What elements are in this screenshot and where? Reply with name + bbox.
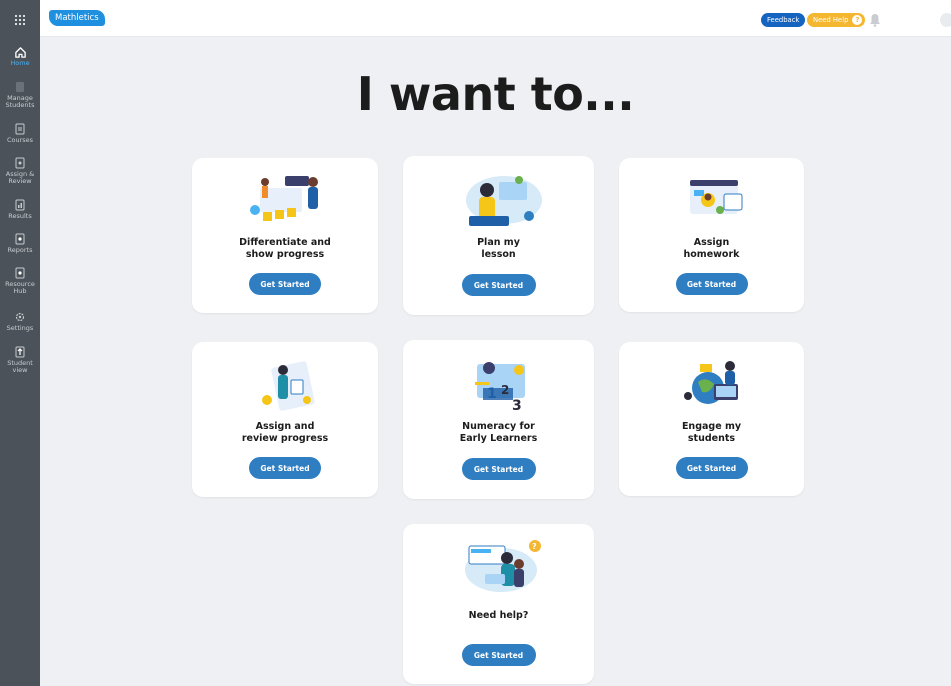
card-title: Engage my students <box>681 421 742 444</box>
sidebar-item-assign-review[interactable]: Assign & Review <box>0 156 40 185</box>
question-icon: ? <box>852 15 863 25</box>
get-started-button[interactable]: Get Started <box>675 457 748 479</box>
card-title: Differentiate and show progress <box>239 237 331 260</box>
sidebar-item-label: Manage Students <box>5 94 35 109</box>
feedback-button[interactable]: Feedback <box>761 13 806 27</box>
card-differentiate[interactable]: Differentiate and show progress Get Star… <box>192 158 378 313</box>
numeracy-illustration: 1 2 3 <box>449 354 549 414</box>
sidebar-item-label: Settings <box>6 324 34 332</box>
card-title: Numeracy for Early Learners <box>459 421 538 444</box>
sidebar-item-label: Home <box>10 59 30 67</box>
sidebar-item-label: Results <box>8 212 32 220</box>
sidebar-item-results[interactable]: Results <box>0 198 40 220</box>
resource-icon <box>13 266 27 280</box>
sidebar-item-label: Resource Hub <box>5 280 35 295</box>
sidebar-item-reports[interactable]: Reports <box>0 232 40 254</box>
card-title: Assign and review progress <box>241 421 329 444</box>
get-started-button[interactable]: Get Started <box>675 273 748 295</box>
card-title: Assign homework <box>683 237 740 260</box>
sidebar-item-settings[interactable]: Settings <box>0 310 40 332</box>
sidebar-item-label: Assign & Review <box>5 170 35 185</box>
feedback-label: Feedback <box>767 16 800 24</box>
student-view-icon <box>13 345 27 359</box>
main-content: I want to... Differentiate and show prog… <box>40 37 951 686</box>
app-window: Home Manage Students Courses Assign & Re… <box>0 0 951 686</box>
page-title: I want to... <box>356 67 635 121</box>
svg-text:?: ? <box>532 542 537 551</box>
courses-icon <box>13 122 27 136</box>
get-started-button[interactable]: Get Started <box>249 457 321 479</box>
card-engage[interactable]: Engage my students Get Started <box>619 342 804 496</box>
top-header: Mathletics Feedback Need Help ? <box>40 5 951 37</box>
apps-grid-icon[interactable] <box>0 8 40 32</box>
svg-text:2: 2 <box>501 383 509 397</box>
gear-icon <box>13 310 27 324</box>
get-started-button[interactable]: Get Started <box>249 273 321 295</box>
differentiate-illustration <box>235 170 335 230</box>
card-assign-review[interactable]: Assign and review progress Get Started <box>192 342 378 497</box>
need-help-label: Need Help <box>813 16 849 24</box>
mathletics-logo[interactable]: Mathletics <box>49 10 105 26</box>
sidebar-item-label: Student view <box>7 359 33 374</box>
svg-text:1: 1 <box>487 386 497 402</box>
card-need-help[interactable]: ? Need help? Get Started <box>403 524 594 684</box>
sidebar-item-home[interactable]: Home <box>0 45 40 67</box>
help-illustration: ? <box>449 538 549 598</box>
assign-icon <box>13 156 27 170</box>
svg-text:3: 3 <box>512 398 522 414</box>
homework-illustration <box>662 170 762 230</box>
bell-icon[interactable] <box>869 12 881 28</box>
card-assign-homework[interactable]: Assign homework Get Started <box>619 158 804 312</box>
results-icon <box>13 198 27 212</box>
user-avatar[interactable] <box>940 13 951 27</box>
review-illustration <box>235 356 335 416</box>
reports-icon <box>13 232 27 246</box>
need-help-button[interactable]: Need Help ? <box>807 13 866 27</box>
home-icon <box>13 45 27 59</box>
get-started-button[interactable]: Get Started <box>461 458 536 480</box>
plan-lesson-illustration <box>449 170 549 230</box>
sidebar-item-manage-students[interactable]: Manage Students <box>0 80 40 109</box>
sidebar-item-courses[interactable]: Courses <box>0 122 40 144</box>
card-numeracy[interactable]: 1 2 3 Numeracy for Early Learners Get St… <box>403 340 594 499</box>
sidebar-item-label: Reports <box>7 246 33 254</box>
card-title: Plan my lesson <box>477 237 520 260</box>
users-icon <box>13 80 27 94</box>
sidebar: Home Manage Students Courses Assign & Re… <box>0 0 40 686</box>
sidebar-item-student-view[interactable]: Student view <box>0 345 40 374</box>
get-started-button[interactable]: Get Started <box>461 274 536 296</box>
sidebar-item-resource-hub[interactable]: Resource Hub <box>0 266 40 295</box>
sidebar-item-label: Courses <box>6 136 34 144</box>
engage-illustration <box>662 354 762 414</box>
card-plan-lesson[interactable]: Plan my lesson Get Started <box>403 156 594 315</box>
card-title: Need help? <box>468 610 529 621</box>
get-started-button[interactable]: Get Started <box>461 644 536 666</box>
